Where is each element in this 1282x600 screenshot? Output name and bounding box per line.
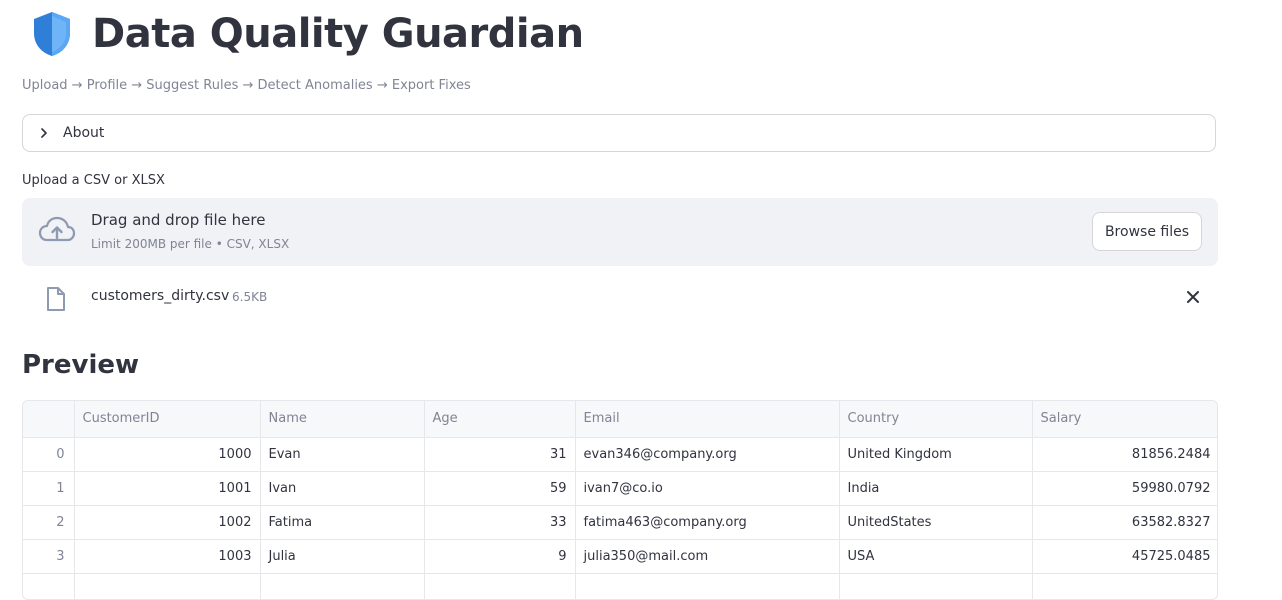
table-cell[interactable]: USA (839, 539, 1033, 574)
about-expander[interactable]: About (22, 114, 1216, 152)
row-index: 2 (23, 505, 75, 540)
table-cell[interactable]: 1002 (74, 505, 261, 540)
browse-files-button[interactable]: Browse files (1091, 212, 1202, 251)
chevron-right-icon (41, 128, 47, 138)
table-cell[interactable] (839, 573, 1033, 599)
table-cell[interactable]: 59980.0792 (1032, 471, 1217, 506)
table-header-row: CustomerID Name Age Email Country Salary (23, 401, 1217, 438)
page-header: Data Quality Guardian (32, 8, 584, 60)
column-header[interactable]: Salary (1032, 401, 1217, 438)
dropzone-title: Drag and drop file here (91, 211, 266, 229)
table-cell[interactable] (260, 573, 425, 599)
table-cell[interactable]: 33 (424, 505, 576, 540)
table-cell[interactable]: Julia (260, 539, 425, 574)
table-row: 3 1003 Julia 9 julia350@mail.com USA 457… (23, 539, 1217, 574)
table-row: 2 1002 Fatima 33 fatima463@company.org U… (23, 505, 1217, 540)
table-cell[interactable]: India (839, 471, 1033, 506)
preview-dataframe[interactable]: CustomerID Name Age Email Country Salary… (22, 400, 1218, 600)
table-cell[interactable] (424, 573, 576, 599)
table-cell[interactable]: 81856.2484 (1032, 437, 1217, 472)
table-cell[interactable]: 63582.8327 (1032, 505, 1217, 540)
table-cell[interactable]: fatima463@company.org (575, 505, 840, 540)
table-cell[interactable]: Evan (260, 437, 425, 472)
column-header[interactable]: Age (424, 401, 576, 438)
row-index (23, 573, 75, 599)
table-cell[interactable]: UnitedStates (839, 505, 1033, 540)
table-cell[interactable]: evan346@company.org (575, 437, 840, 472)
row-index: 3 (23, 539, 75, 574)
table-cell[interactable]: 1001 (74, 471, 261, 506)
column-header[interactable]: Email (575, 401, 840, 438)
table-cell[interactable]: United Kingdom (839, 437, 1033, 472)
table-cell[interactable] (74, 573, 261, 599)
table-cell[interactable]: julia350@mail.com (575, 539, 840, 574)
file-dropzone[interactable]: Drag and drop file here Limit 200MB per … (22, 198, 1218, 266)
shield-icon (34, 12, 70, 56)
close-icon[interactable] (1186, 290, 1200, 304)
table-cell[interactable]: 45725.0485 (1032, 539, 1217, 574)
dropzone-limits: Limit 200MB per file • CSV, XLSX (91, 237, 290, 251)
table-cell[interactable] (1032, 573, 1217, 599)
column-header[interactable]: Name (260, 401, 425, 438)
table-cell[interactable]: ivan7@co.io (575, 471, 840, 506)
file-icon (47, 287, 65, 311)
table-cell[interactable] (575, 573, 840, 599)
column-header[interactable] (23, 401, 75, 438)
uploaded-file-name: customers_dirty.csv (91, 288, 230, 304)
uploaded-file-row: customers_dirty.csv 6.5KB (22, 282, 1218, 314)
row-index: 0 (23, 437, 75, 472)
preview-heading: Preview (22, 350, 140, 380)
table-cell[interactable]: 1000 (74, 437, 261, 472)
column-header[interactable]: Country (839, 401, 1033, 438)
row-index: 1 (23, 471, 75, 506)
about-label: About (63, 125, 105, 141)
pipeline-caption: Upload → Profile → Suggest Rules → Detec… (22, 78, 471, 93)
table-row: 1 1001 Ivan 59 ivan7@co.io India 59980.0… (23, 471, 1217, 506)
table-cell[interactable]: 1003 (74, 539, 261, 574)
table-row: 0 1000 Evan 31 evan346@company.org Unite… (23, 437, 1217, 472)
cloud-upload-icon (38, 216, 76, 242)
table-cell[interactable]: Ivan (260, 471, 425, 506)
page-title: Data Quality Guardian (92, 11, 584, 57)
table-cell[interactable]: 9 (424, 539, 576, 574)
upload-label: Upload a CSV or XLSX (22, 173, 165, 188)
uploaded-file-size: 6.5KB (232, 290, 268, 304)
preview-table: CustomerID Name Age Email Country Salary… (23, 401, 1217, 599)
table-cell[interactable]: Fatima (260, 505, 425, 540)
table-cell[interactable]: 31 (424, 437, 576, 472)
column-header[interactable]: CustomerID (74, 401, 261, 438)
table-row (23, 573, 1217, 599)
table-cell[interactable]: 59 (424, 471, 576, 506)
